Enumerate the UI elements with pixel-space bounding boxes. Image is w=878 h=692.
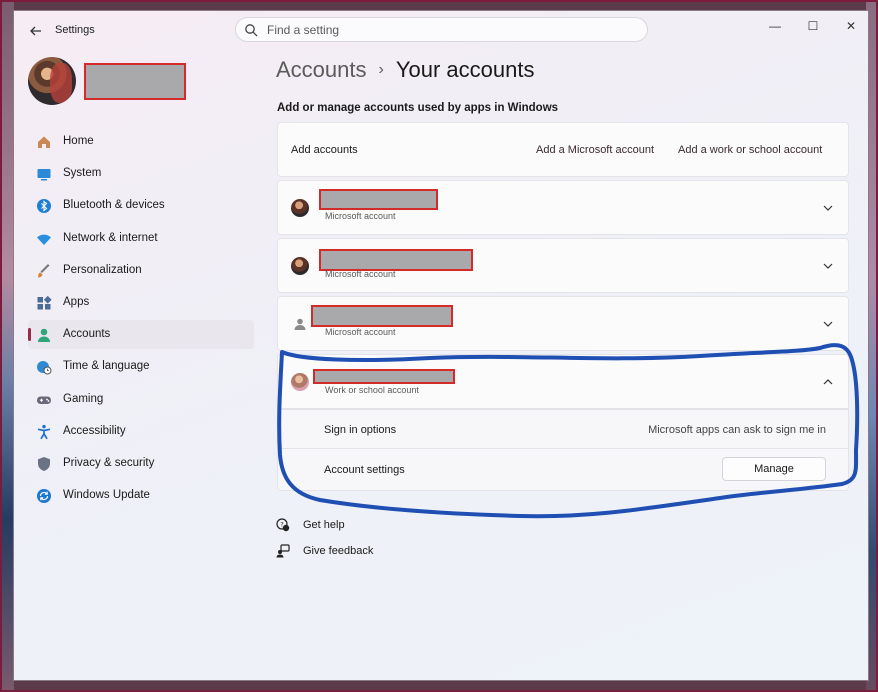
globe-clock-icon: [37, 361, 52, 375]
add-work-account-link[interactable]: Add a work or school account: [678, 144, 822, 156]
account-name-redacted: [319, 249, 473, 271]
breadcrumb-parent[interactable]: Accounts: [276, 57, 367, 82]
account-card-4[interactable]: Work or school account: [277, 354, 849, 409]
account-type-label: Microsoft account: [325, 269, 396, 279]
add-microsoft-account-link[interactable]: Add a Microsoft account: [536, 144, 654, 156]
account-settings-row: Account settings Manage: [277, 449, 849, 491]
search-icon: [245, 24, 258, 37]
breadcrumb-separator-icon: ›: [378, 61, 384, 78]
update-icon: [37, 489, 51, 504]
manage-button[interactable]: Manage: [722, 457, 826, 481]
bluetooth-icon: [37, 199, 51, 214]
account-name-redacted: [313, 369, 455, 384]
accounts-icon: [38, 328, 50, 343]
help-icon: ?: [276, 518, 290, 532]
sidebar-item-home[interactable]: Home: [28, 127, 254, 156]
home-icon: [38, 136, 50, 148]
add-accounts-card: Add accounts Add a Microsoft account Add…: [277, 122, 849, 177]
profile-name-redacted: [84, 63, 186, 100]
sidebar-item-label: Privacy & security: [63, 457, 155, 469]
sign-in-options-row: Sign in options Microsoft apps can ask t…: [277, 409, 849, 449]
account-card-2[interactable]: Microsoft account: [277, 238, 849, 293]
maximize-icon: ☐: [807, 19, 819, 33]
sidebar-item-label: Apps: [63, 296, 90, 308]
sidebar-item-privacy-security[interactable]: Privacy & security: [28, 449, 254, 478]
account-name-redacted: [319, 189, 438, 210]
desktop-background-left: [0, 0, 14, 692]
settings-window: Settings — ☐ ✕ Home System Bluetooth & dev…: [13, 10, 869, 681]
sidebar-item-label: Personalization: [63, 263, 142, 276]
sidebar-item-label: Bluetooth & devices: [63, 199, 165, 212]
sidebar-item-gaming[interactable]: Gaming: [28, 385, 254, 414]
profile-avatar[interactable]: [28, 57, 76, 105]
shield-icon: [38, 457, 50, 471]
sidebar-item-label: Home: [63, 135, 94, 147]
app-title: Settings: [55, 24, 95, 36]
gamepad-icon: [37, 396, 51, 404]
account-card-1[interactable]: Microsoft account: [277, 180, 849, 235]
brush-icon: [38, 263, 50, 278]
sidebar-item-label: Gaming: [63, 392, 104, 405]
account-avatar: [291, 257, 309, 275]
maximize-button[interactable]: ☐: [795, 15, 831, 37]
sidebar-item-windows-update[interactable]: Windows Update: [28, 481, 254, 510]
sidebar-item-accounts[interactable]: Accounts: [28, 320, 254, 350]
sidebar-item-label: Windows Update: [63, 489, 150, 502]
account-avatar: [291, 199, 309, 217]
sign-in-options-label: Sign in options: [324, 424, 397, 436]
feedback-icon: [276, 544, 290, 558]
sidebar-item-accessibility[interactable]: Accessibility: [28, 417, 254, 446]
chevron-down-icon[interactable]: [822, 202, 834, 214]
minimize-button[interactable]: —: [757, 15, 793, 37]
close-icon: ✕: [845, 19, 857, 33]
wifi-icon: [37, 234, 51, 245]
accessibility-icon: [37, 424, 51, 440]
sidebar-item-label: Accessibility: [63, 424, 126, 437]
account-name-redacted: [311, 305, 453, 327]
section-subheading: Add or manage accounts used by apps in W…: [277, 102, 559, 114]
sidebar-item-network-internet[interactable]: Network & internet: [28, 224, 254, 253]
chevron-up-icon[interactable]: [822, 376, 834, 388]
search-input[interactable]: [267, 22, 627, 38]
chevron-down-icon[interactable]: [822, 260, 834, 272]
sidebar-item-bluetooth-devices[interactable]: Bluetooth & devices: [28, 191, 254, 220]
sidebar-item-label: Time & language: [63, 360, 150, 373]
sidebar-item-system[interactable]: System: [28, 159, 254, 188]
get-help-label: Get help: [303, 519, 345, 531]
chevron-down-icon[interactable]: [822, 318, 834, 330]
sidebar-item-label: System: [63, 167, 102, 180]
breadcrumb: Accounts › Your accounts: [276, 57, 534, 83]
page-title: Your accounts: [395, 57, 535, 82]
give-feedback-label: Give feedback: [303, 545, 374, 557]
sidebar-item-apps[interactable]: Apps: [28, 288, 254, 317]
svg-text:?: ?: [280, 520, 283, 528]
sidebar-item-label: Network & internet: [63, 231, 158, 244]
close-button[interactable]: ✕: [833, 15, 869, 37]
sidebar-item-time-language[interactable]: Time & language: [28, 352, 254, 381]
system-icon: [37, 169, 51, 181]
account-settings-label: Account settings: [324, 464, 405, 476]
account-type-label: Work or school account: [325, 385, 419, 395]
apps-icon: [37, 295, 52, 310]
search-box[interactable]: [235, 17, 648, 42]
account-avatar: [291, 373, 309, 391]
account-type-label: Microsoft account: [325, 211, 396, 221]
minimize-icon: —: [769, 19, 781, 33]
account-card-3[interactable]: Microsoft account: [277, 296, 849, 351]
back-button[interactable]: [26, 21, 46, 41]
sidebar-item-personalization[interactable]: Personalization: [28, 256, 254, 285]
sign-in-options-value: Microsoft apps can ask to sign me in: [648, 424, 826, 436]
sidebar-item-label: Accounts: [63, 328, 111, 341]
add-accounts-label: Add accounts: [291, 144, 358, 156]
active-indicator: [28, 328, 31, 342]
person-icon: [294, 318, 306, 330]
back-arrow-icon: [30, 26, 41, 36]
account-type-label: Microsoft account: [325, 327, 396, 337]
